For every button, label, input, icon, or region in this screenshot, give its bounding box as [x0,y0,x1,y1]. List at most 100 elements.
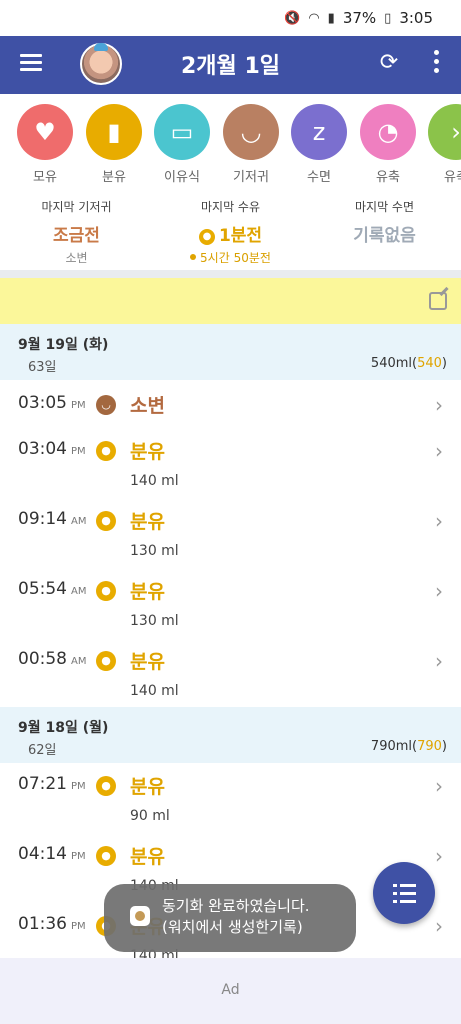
last-activity-summary: 마지막 기저귀 조금전 소변 마지막 수유 ● 1분전 5시간 50분전 마지막 … [0,198,461,270]
day-total-formula: 540 [417,356,442,371]
clock: 3:05 [399,9,433,27]
chevron-right-icon: › [435,393,443,417]
chevron-right-icon: › [435,774,443,798]
entry-time: 03:05 PM [18,393,86,413]
entry-ampm: AM [71,586,87,597]
formula-bottle-icon: ▮ [86,104,142,160]
entry-time-value: 03:04 [18,439,67,459]
entry-type: 분유 [130,511,165,533]
entry-type: 분유 [130,651,165,673]
entry-time-value: 07:21 [18,774,67,794]
category-babyfood-button[interactable]: ▭ 이유식 [153,104,211,185]
list-icon [393,884,397,887]
category-label: 이유식 [164,170,200,185]
entry-time: 09:14 AM [18,509,86,529]
list-icon-bullet [393,900,397,903]
day-date: 9월 18일 (월) [18,720,109,736]
category-pump-button[interactable]: ◔ 유축 [359,104,417,185]
diaper-icon: ◡ [223,104,279,160]
category-label: 기저귀 [233,170,269,185]
summary-title: 마지막 수면 [354,200,414,214]
entry-ampm: PM [71,781,86,792]
chevron-right-icon: › [435,844,443,868]
wifi-icon: ◠ [308,10,320,26]
category-label: 유축 [376,170,400,185]
formula-drop-icon: ● [96,846,116,866]
list-icon-bullet [393,892,397,895]
summary-sub-row: 5시간 50분전 [154,249,307,266]
entry-time: 03:04 PM [18,439,86,459]
summary-value-row: ● 1분전 [154,221,307,246]
entry-time-value: 04:14 [18,844,67,864]
entry-time: 00:58 AM [18,649,86,669]
day-header: 9월 19일 (화) 63일 540ml(540) [0,324,461,380]
category-label: 분유 [102,170,126,185]
summary-title: 마지막 기저귀 [41,200,112,214]
chevron-right-icon: › [435,509,443,533]
category-sleep-button[interactable]: z 수면 [290,104,348,185]
list-icon-line [400,892,416,895]
summary-feeding[interactable]: 마지막 수유 ● 1분전 5시간 50분전 [154,198,307,266]
summary-diaper[interactable]: 마지막 기저귀 조금전 소변 [0,198,153,266]
entry-amount: 140 ml [130,683,179,699]
summary-value: 기록없음 [353,226,416,246]
edit-memo-icon[interactable] [429,292,447,310]
memo-bar[interactable] [0,278,461,324]
formula-drop-icon: ● [96,581,116,601]
category-label: 모유 [33,170,57,185]
entry-type: 소변 [130,395,165,417]
sync-icon[interactable]: ⟳ [376,50,402,76]
dot-icon [190,254,197,260]
chevron-right-icon: › [435,914,443,938]
diaper-icon: ◡ [96,395,116,415]
entry-ampm: PM [71,400,86,411]
entry-ampm: AM [71,656,87,667]
summary-sleep[interactable]: 마지막 수면 기록없음 [308,198,461,246]
battery-icon: ▯ [384,10,392,26]
category-diaper-button[interactable]: ◡ 기저귀 [222,104,280,185]
category-label: 수면 [307,170,331,185]
list-icon-line [400,900,416,903]
list-view-fab[interactable] [373,862,435,924]
signal-icon: ▮ [327,10,335,26]
day-age: 62일 [28,743,57,758]
day-total: 540ml(540) [370,356,447,371]
category-formula-button[interactable]: ▮ 분유 [85,104,143,185]
category-row: ♥ 모유 ▮ 분유 ▭ 이유식 ◡ 기저귀 z 수면 ◔ 유축 › 유축 [0,104,461,188]
summary-value: 1분전 [218,226,263,246]
entry-time-value: 00:58 [18,649,67,669]
section-divider [0,270,461,278]
entry-amount: 130 ml [130,543,179,559]
entry-time: 01:36 PM [18,914,86,934]
entry-amount: 140 ml [130,473,179,489]
day-total-value: 540ml [370,356,413,371]
breast-pump-icon: ◔ [360,104,416,160]
formula-drop-icon: ● [96,651,116,671]
chevron-right-icon: › [435,649,443,673]
entry-time-value: 05:54 [18,579,67,599]
category-next-button[interactable]: › 유축 [427,104,461,185]
formula-drop-icon: ● [198,229,215,245]
ad-banner[interactable]: Ad [0,958,461,1024]
summary-title: 마지막 수유 [200,200,260,214]
entry-time: 04:14 PM [18,844,86,864]
category-label: 유축 [444,170,461,185]
summary-value: 조금전 [53,226,100,246]
ad-label: Ad [221,982,240,998]
day-total: 790ml(790) [370,739,447,754]
mute-icon: 🔇 [284,10,301,26]
category-breastfeed-button[interactable]: ♥ 모유 [16,104,74,185]
day-total-value: 790ml [370,739,413,754]
entry-amount: 90 ml [130,808,170,824]
breastfeed-icon: ♥ [17,104,73,160]
summary-sub: 소변 [65,251,88,265]
chevron-right-icon: › [435,439,443,463]
list-icon-line [400,884,416,887]
entry-type: 분유 [130,441,165,463]
day-header: 9월 18일 (월) 62일 790ml(790) [0,707,461,763]
entry-type: 분유 [130,776,165,798]
day-age: 63일 [28,360,57,375]
entry-type: 분유 [130,581,165,603]
sync-toast: 동기화 완료하였습니다. (워치에서 생성한기록) [104,884,356,952]
more-options-icon[interactable] [430,50,442,76]
